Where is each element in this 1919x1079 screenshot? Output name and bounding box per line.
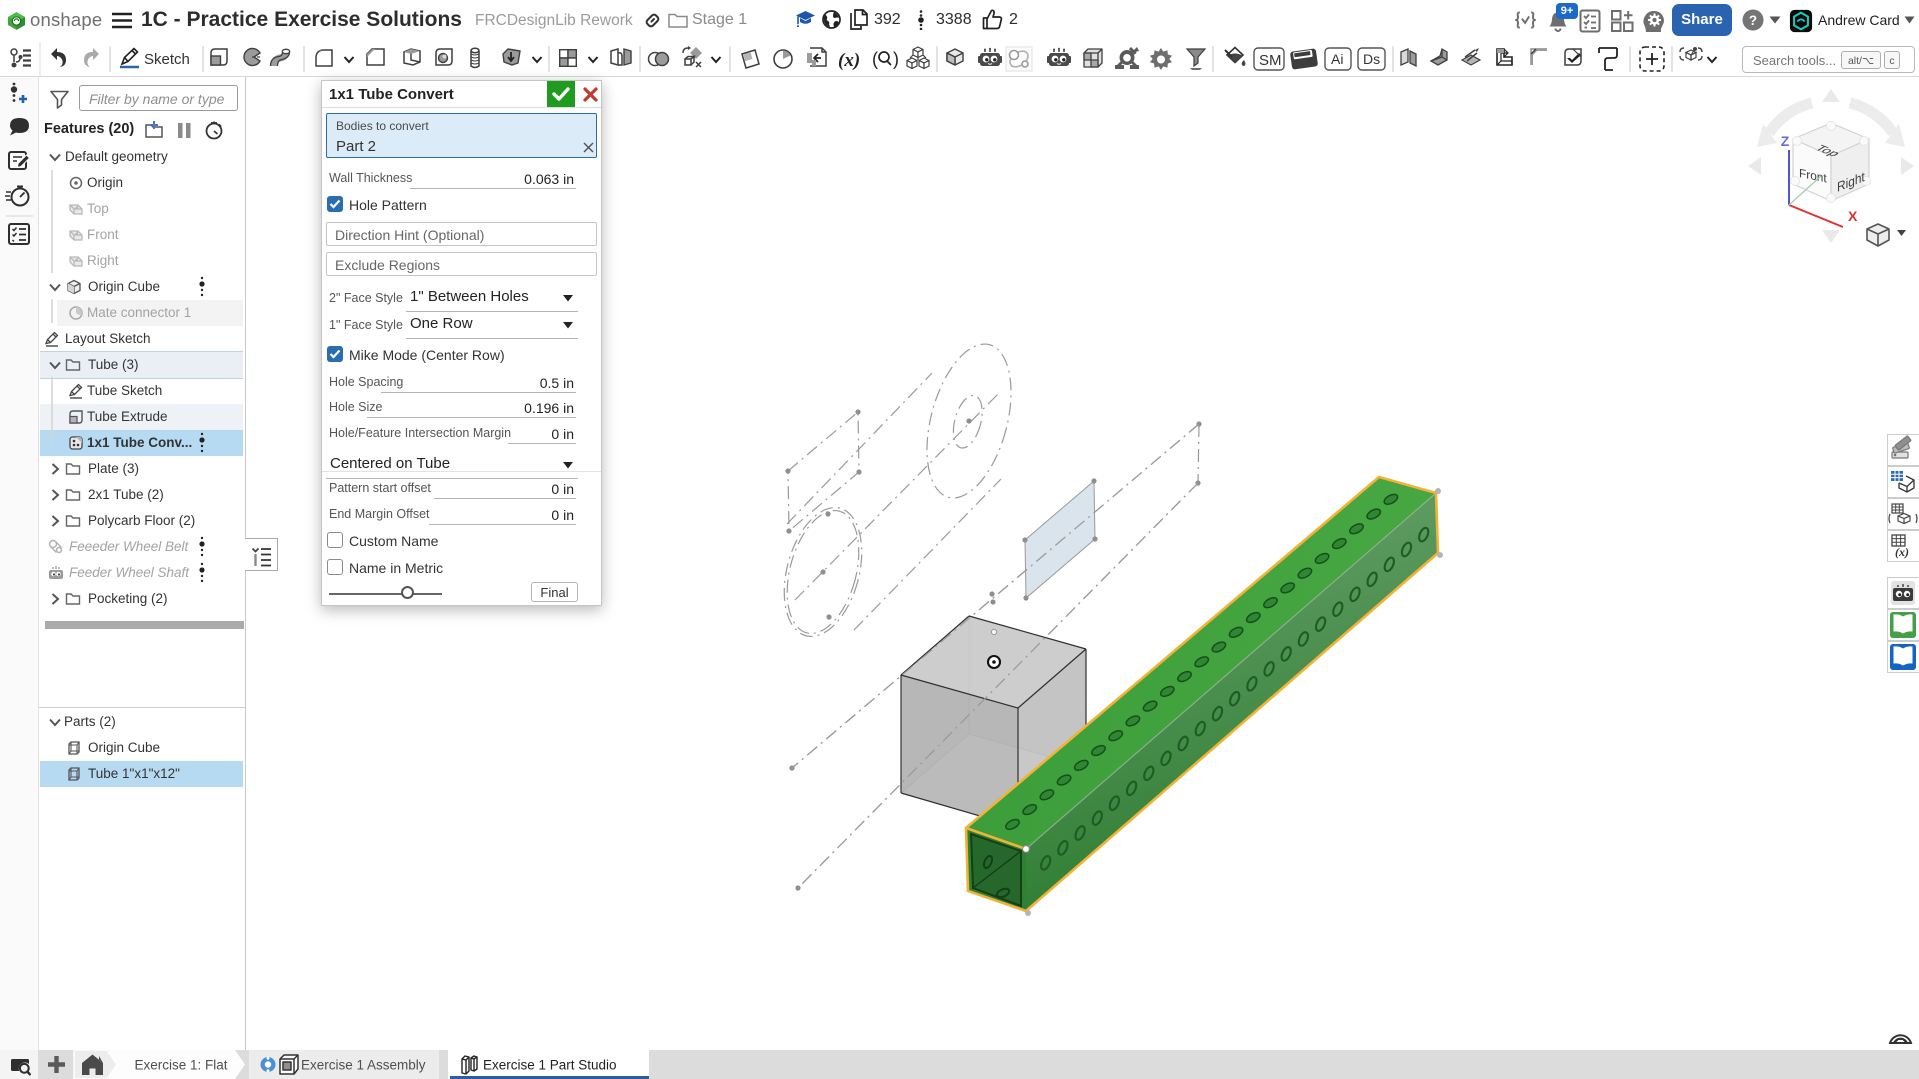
svg-text:(: (	[872, 49, 878, 69]
svg-text:(x): (x)	[1895, 545, 1909, 559]
svg-text:X: X	[1848, 208, 1858, 224]
svg-text:?: ?	[1749, 13, 1757, 28]
svg-text:Exercise 1: Flat: Exercise 1: Flat	[134, 1058, 227, 1073]
svg-text:Ai: Ai	[1331, 51, 1343, 67]
svg-text:Ds: Ds	[1363, 51, 1380, 67]
svg-text:Exercise 1 Part Studio: Exercise 1 Part Studio	[483, 1058, 617, 1073]
svg-text:Z: Z	[1781, 133, 1790, 149]
svg-text:SM: SM	[1259, 52, 1282, 69]
svg-text:Sketch: Sketch	[144, 51, 190, 68]
svg-text:(x): (x)	[838, 50, 860, 71]
svg-text:): )	[893, 49, 899, 69]
svg-text:Exercise 1 Assembly: Exercise 1 Assembly	[301, 1058, 426, 1073]
